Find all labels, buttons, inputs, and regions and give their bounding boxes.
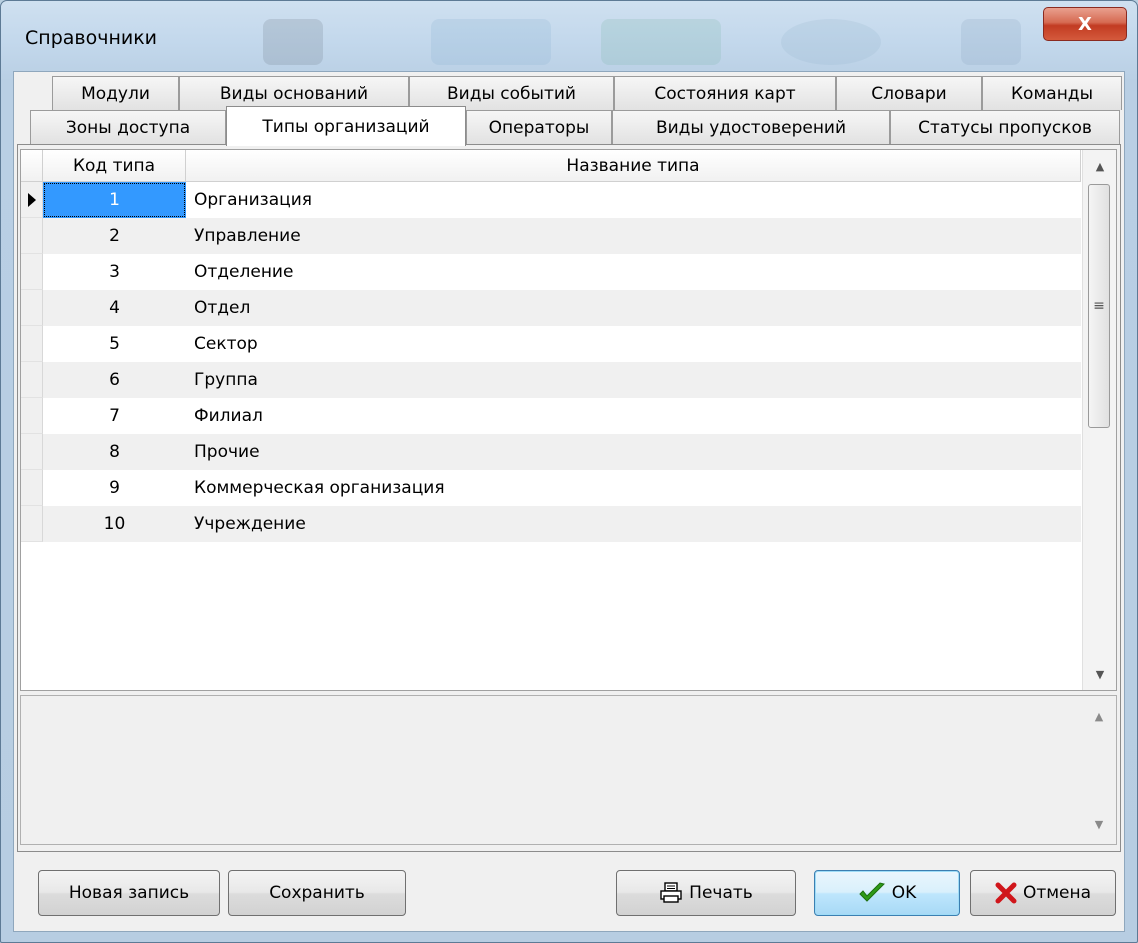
table-row[interactable]: 6 Группа <box>21 362 1081 398</box>
table-row[interactable]: 7 Филиал <box>21 398 1081 434</box>
tab-organization-types[interactable]: Типы организаций <box>226 106 466 146</box>
cell-code[interactable]: 1 <box>43 182 186 218</box>
row-indicator[interactable] <box>21 290 43 326</box>
cell-code[interactable]: 7 <box>43 398 186 434</box>
background-decoration <box>961 19 1021 65</box>
header-indicator-cell <box>21 150 43 182</box>
tab-commands[interactable]: Команды <box>982 76 1122 110</box>
cell-name[interactable]: Коммерческая организация <box>186 470 1081 506</box>
tab-row-bottom: Зоны доступа Типы организаций Операторы … <box>14 106 1122 146</box>
cell-code[interactable]: 2 <box>43 218 186 254</box>
cell-code[interactable]: 6 <box>43 362 186 398</box>
background-decoration <box>601 19 721 65</box>
background-decoration <box>263 19 323 65</box>
cell-code[interactable]: 8 <box>43 434 186 470</box>
save-button[interactable]: Сохранить <box>228 870 406 916</box>
row-pointer-icon <box>27 192 36 207</box>
table-row[interactable]: 8 Прочие <box>21 434 1081 470</box>
row-indicator[interactable] <box>21 362 43 398</box>
memo-scroll-down-icon[interactable]: ▼ <box>1082 808 1116 840</box>
printer-icon <box>659 882 683 904</box>
cancel-button[interactable]: Отмена <box>970 870 1116 916</box>
cell-name[interactable]: Организация <box>186 182 1081 218</box>
tab-operators[interactable]: Операторы <box>466 110 612 144</box>
background-decoration <box>431 19 551 65</box>
cancel-button-label: Отмена <box>1022 883 1092 903</box>
column-header-name[interactable]: Название типа <box>186 150 1081 182</box>
cell-name[interactable]: Управление <box>186 218 1081 254</box>
tab-row-top: Модули Виды оснований Виды событий Состо… <box>14 76 1122 110</box>
checkmark-icon <box>858 881 886 905</box>
grid-header: Код типа Название типа <box>21 150 1081 182</box>
tab-card-states[interactable]: Состояния карт <box>614 76 836 110</box>
scroll-down-arrow-icon[interactable]: ▼ <box>1083 658 1116 690</box>
row-indicator[interactable] <box>21 470 43 506</box>
table-row[interactable]: 5 Сектор <box>21 326 1081 362</box>
row-indicator[interactable] <box>21 254 43 290</box>
cell-name[interactable]: Прочие <box>186 434 1081 470</box>
cell-code[interactable]: 10 <box>43 506 186 542</box>
table-row[interactable]: 3 Отделение <box>21 254 1081 290</box>
row-indicator[interactable] <box>21 434 43 470</box>
row-indicator[interactable] <box>21 182 43 218</box>
cell-code[interactable]: 5 <box>43 326 186 362</box>
table-row[interactable]: 10 Учреждение <box>21 506 1081 542</box>
dialog-window: Справочники X Модули Виды оснований Виды… <box>0 0 1138 943</box>
row-indicator[interactable] <box>21 506 43 542</box>
cell-name[interactable]: Группа <box>186 362 1081 398</box>
table-row[interactable]: 9 Коммерческая организация <box>21 470 1081 506</box>
organization-types-grid[interactable]: Код типа Название типа 1 Организация 2 У… <box>20 149 1117 691</box>
tab-panel: Код типа Название типа 1 Организация 2 У… <box>17 144 1121 852</box>
close-button[interactable]: X <box>1043 7 1127 41</box>
table-row[interactable]: 2 Управление <box>21 218 1081 254</box>
scroll-up-arrow-icon[interactable]: ▲ <box>1083 150 1116 182</box>
new-record-button[interactable]: Новая запись <box>38 870 220 916</box>
memo-scroll-up-icon[interactable]: ▲ <box>1082 700 1116 732</box>
scrollbar-thumb[interactable]: ≡ <box>1088 184 1110 428</box>
cell-code[interactable]: 9 <box>43 470 186 506</box>
tab-basis-types[interactable]: Виды оснований <box>179 76 409 110</box>
cell-name[interactable]: Сектор <box>186 326 1081 362</box>
title-bar[interactable]: Справочники X <box>1 1 1137 73</box>
print-button[interactable]: Печать <box>616 870 796 916</box>
close-icon: X <box>1078 13 1092 35</box>
tab-modules[interactable]: Модули <box>52 76 179 110</box>
details-memo[interactable]: ▲ ▼ <box>20 695 1117 845</box>
red-x-icon <box>995 882 1017 904</box>
cell-name[interactable]: Отделение <box>186 254 1081 290</box>
tab-pass-statuses[interactable]: Статусы пропусков <box>890 110 1120 144</box>
cell-code[interactable]: 3 <box>43 254 186 290</box>
tab-id-document-types[interactable]: Виды удостоверений <box>612 110 890 144</box>
tab-access-zones[interactable]: Зоны доступа <box>30 110 226 144</box>
window-title: Справочники <box>25 27 158 49</box>
cell-name[interactable]: Учреждение <box>186 506 1081 542</box>
row-indicator[interactable] <box>21 326 43 362</box>
row-indicator[interactable] <box>21 398 43 434</box>
dialog-client-area: Модули Виды оснований Виды событий Состо… <box>13 71 1125 932</box>
grid-vertical-scrollbar[interactable]: ▲ ≡ ▼ <box>1082 150 1116 690</box>
tab-event-types[interactable]: Виды событий <box>409 76 614 110</box>
cell-code[interactable]: 4 <box>43 290 186 326</box>
table-row[interactable]: 1 Организация <box>21 182 1081 218</box>
ok-button-label: OK <box>891 883 917 903</box>
cell-name[interactable]: Филиал <box>186 398 1081 434</box>
background-decoration <box>781 19 881 65</box>
ok-button[interactable]: OK <box>814 870 960 916</box>
tab-dictionaries[interactable]: Словари <box>836 76 982 110</box>
row-indicator[interactable] <box>21 218 43 254</box>
print-button-label: Печать <box>689 883 753 903</box>
table-row[interactable]: 4 Отдел <box>21 290 1081 326</box>
column-header-code[interactable]: Код типа <box>43 150 186 182</box>
cell-name[interactable]: Отдел <box>186 290 1081 326</box>
